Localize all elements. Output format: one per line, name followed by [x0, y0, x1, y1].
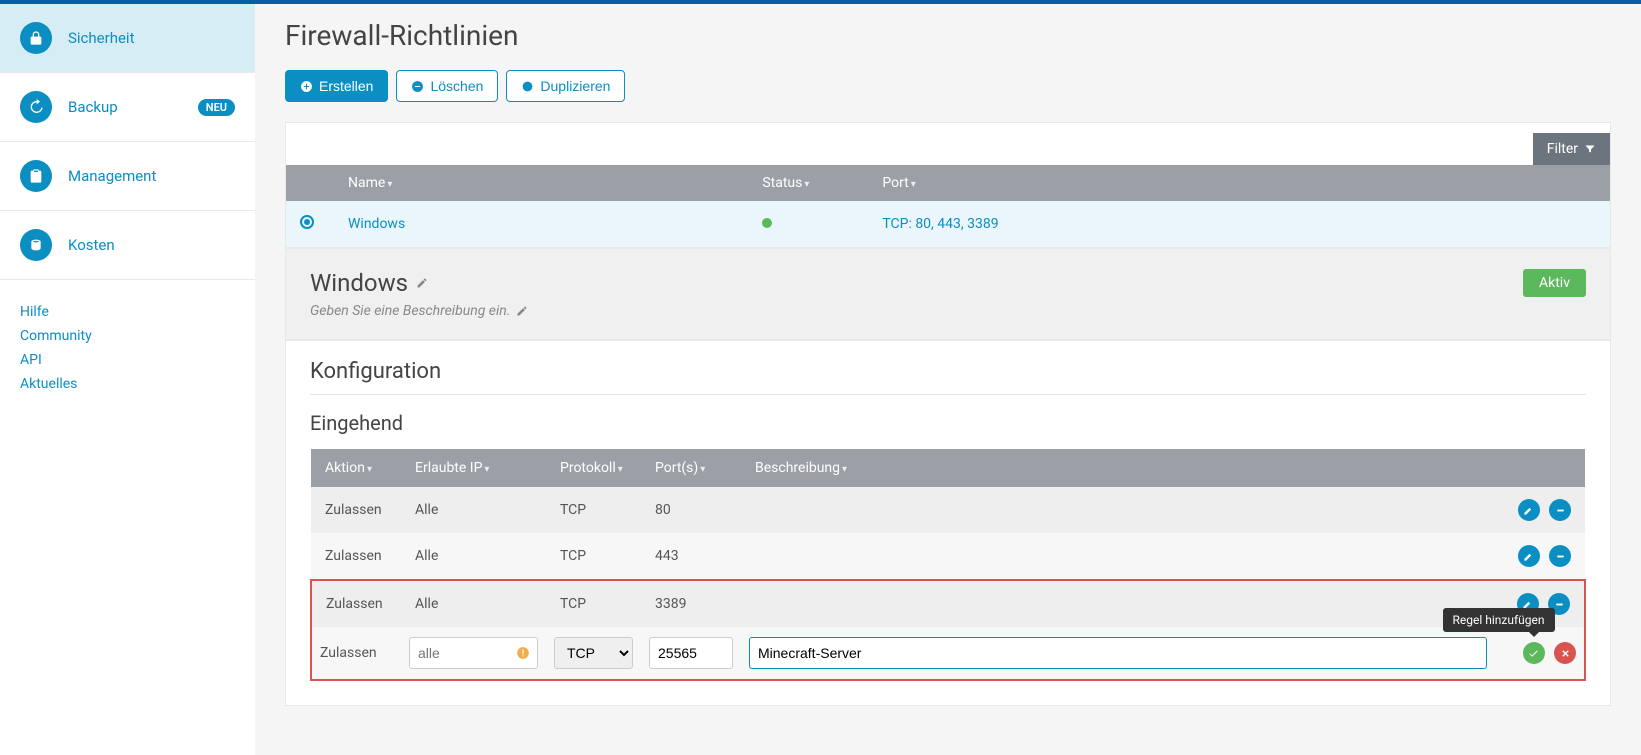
description-input[interactable]: [749, 637, 1487, 669]
port-input[interactable]: [649, 637, 733, 669]
edit-rule-icon[interactable]: [1518, 499, 1540, 521]
sidebar-links: Hilfe Community API Aktuelles: [0, 280, 255, 416]
sidebar-item-backup[interactable]: Backup NEU: [0, 73, 255, 141]
policy-detail-header: Windows Geben Sie eine Beschreibung ein.…: [285, 248, 1611, 340]
col-name[interactable]: Name▾: [334, 165, 748, 201]
col-ip[interactable]: Erlaubte IP▾: [401, 449, 546, 487]
sidebar-item-management[interactable]: Management: [0, 142, 255, 210]
col-protokoll[interactable]: Protokoll▾: [546, 449, 641, 487]
main-content: Firewall-Richtlinien Erstellen Löschen D…: [255, 4, 1641, 755]
config-title: Konfiguration: [310, 341, 1586, 395]
link-api[interactable]: API: [20, 348, 235, 372]
minus-icon: [411, 80, 424, 93]
rule-row: Zulassen Alle TCP 80: [311, 487, 1585, 533]
rule-row: Zulassen Alle TCP 443: [311, 533, 1585, 580]
create-button[interactable]: Erstellen: [285, 70, 388, 102]
status-badge[interactable]: Aktiv: [1523, 269, 1586, 297]
protocol-select[interactable]: TCP: [554, 637, 633, 669]
col-aktion[interactable]: Aktion▾: [311, 449, 401, 487]
desc-placeholder[interactable]: Geben Sie eine Beschreibung ein.: [310, 303, 510, 319]
link-hilfe[interactable]: Hilfe: [20, 300, 235, 324]
cancel-add-icon[interactable]: [1554, 642, 1576, 664]
new-rule-action: Zulassen: [311, 627, 401, 680]
col-port[interactable]: Port▾: [868, 165, 1570, 201]
new-rule-row: Zulassen TCP: [311, 627, 1585, 680]
filter-button[interactable]: Filter: [1533, 133, 1610, 165]
page-title: Firewall-Richtlinien: [285, 19, 1611, 52]
coins-icon: [20, 229, 52, 261]
sidebar-item-sicherheit[interactable]: Sicherheit: [0, 4, 255, 72]
warning-icon: [516, 646, 530, 660]
remove-rule-icon[interactable]: [1549, 545, 1571, 567]
status-active-icon: [762, 218, 772, 228]
edit-desc-icon[interactable]: [516, 305, 528, 317]
policy-name[interactable]: Windows: [334, 201, 748, 247]
col-status[interactable]: Status▾: [748, 165, 868, 201]
link-community[interactable]: Community: [20, 324, 235, 348]
col-beschreibung[interactable]: Beschreibung▾: [741, 449, 1495, 487]
inbound-title: Eingehend: [310, 395, 1586, 449]
sidebar: Sicherheit Backup NEU Management: [0, 4, 255, 755]
lock-icon: [20, 22, 52, 54]
remove-rule-icon[interactable]: [1549, 499, 1571, 521]
edit-title-icon[interactable]: [416, 277, 428, 289]
sidebar-item-label: Management: [68, 167, 156, 185]
link-aktuelles[interactable]: Aktuelles: [20, 372, 235, 396]
delete-button[interactable]: Löschen: [396, 70, 498, 102]
edit-rule-icon[interactable]: [1518, 545, 1540, 567]
clipboard-icon: [20, 160, 52, 192]
plus-icon: [300, 80, 313, 93]
sidebar-item-label: Sicherheit: [68, 29, 134, 47]
copy-icon: [521, 80, 534, 93]
history-icon: [20, 91, 52, 123]
duplicate-button[interactable]: Duplizieren: [506, 70, 625, 102]
new-badge: NEU: [198, 99, 235, 116]
rule-row: Zulassen Alle TCP 3389: [311, 580, 1585, 627]
policies-table: Name▾ Status▾ Port▾ Windows TCP: 80, 443…: [286, 165, 1610, 247]
policy-row[interactable]: Windows TCP: 80, 443, 3389: [286, 201, 1610, 247]
detail-title: Windows: [310, 269, 408, 297]
sidebar-item-label: Kosten: [68, 236, 115, 254]
add-rule-tooltip: Regel hinzufügen: [1443, 608, 1555, 632]
sidebar-item-kosten[interactable]: Kosten: [0, 211, 255, 279]
policy-port: TCP: 80, 443, 3389: [868, 201, 1570, 247]
rules-table: Aktion▾ Erlaubte IP▾ Protokoll▾ Port(s)▾…: [310, 449, 1586, 681]
filter-icon: [1584, 143, 1596, 155]
select-radio[interactable]: [300, 215, 314, 229]
confirm-add-icon[interactable]: [1523, 642, 1545, 664]
col-ports[interactable]: Port(s)▾: [641, 449, 741, 487]
sidebar-item-label: Backup: [68, 98, 118, 116]
